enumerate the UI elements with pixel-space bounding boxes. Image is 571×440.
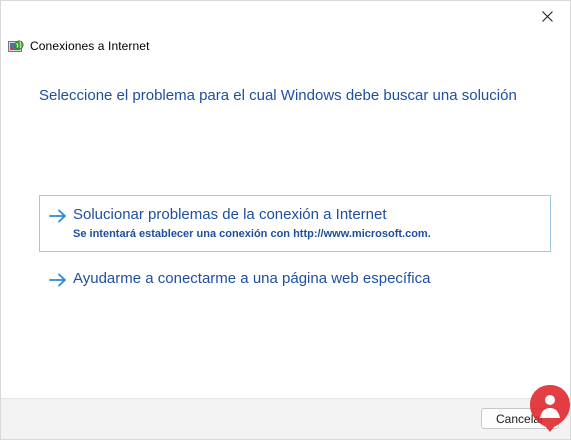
troubleshooter-window: Conexiones a Internet Seleccione el prob…	[0, 0, 571, 440]
window-title: Conexiones a Internet	[30, 39, 150, 53]
network-globe-icon	[8, 40, 24, 52]
option-description: Se intentará establecer una conexión con…	[73, 228, 431, 240]
close-icon	[541, 10, 553, 22]
option-troubleshoot-internet[interactable]: Solucionar problemas de la conexión a In…	[39, 195, 551, 252]
option-label: Ayudarme a conectarme a una página web e…	[73, 270, 431, 287]
close-button[interactable]	[525, 2, 569, 30]
window-title-bar: Conexiones a Internet	[8, 37, 150, 55]
arrow-right-icon	[49, 273, 66, 287]
option-connect-webpage[interactable]: Ayudarme a conectarme a una página web e…	[39, 263, 551, 295]
dialog-footer: Cancelar	[1, 398, 570, 439]
option-label: Solucionar problemas de la conexión a In…	[73, 206, 387, 223]
watermark-logo-icon	[530, 385, 570, 432]
page-heading: Seleccione el problema para el cual Wind…	[39, 87, 517, 104]
arrow-right-icon	[49, 209, 66, 223]
